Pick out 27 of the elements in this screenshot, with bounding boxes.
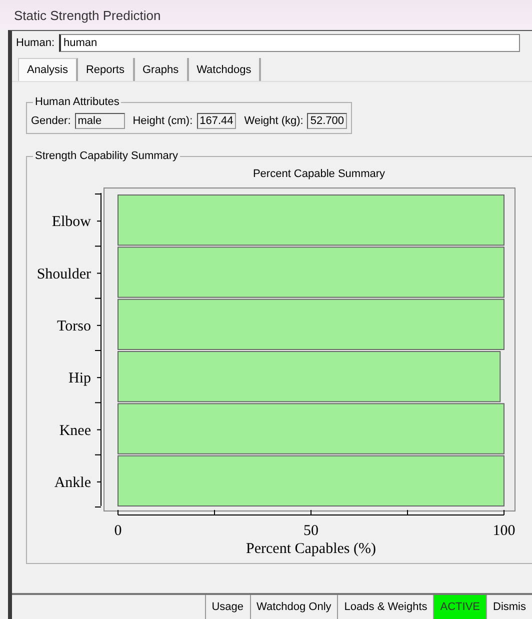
- tab[interactable]: Analysis: [18, 58, 78, 81]
- status-item[interactable]: Usage: [204, 595, 250, 619]
- tick-label: 0: [114, 523, 122, 539]
- group-title: Strength Capability Summary: [33, 150, 180, 162]
- axis-title: Percent Capables (%): [246, 541, 376, 557]
- window-title: Static Strength Prediction: [14, 8, 161, 22]
- tick-label: 100: [492, 523, 516, 539]
- chart-title: Percent Capable Summary: [252, 168, 386, 180]
- value-field: male: [74, 113, 125, 129]
- field-label: Gender:: [31, 115, 71, 127]
- category-label: Ankle: [54, 474, 91, 491]
- value-field: 52.700: [307, 113, 347, 129]
- category-label: Knee: [59, 422, 91, 439]
- value-field: 167.44: [196, 113, 236, 129]
- category-label: Torso: [57, 318, 91, 334]
- field-label: Height (cm):: [132, 115, 193, 127]
- human-field[interactable]: human: [58, 34, 520, 52]
- category-label: Hip: [68, 370, 91, 387]
- tick-label: 50: [304, 523, 318, 539]
- category-label: Shoulder: [36, 266, 91, 282]
- category-label: Elbow: [52, 214, 91, 230]
- group-title: Human Attributes: [33, 96, 122, 108]
- status-item[interactable]: ACTIVE: [433, 595, 486, 619]
- field-label: Weight (kg):: [244, 115, 304, 127]
- status-item[interactable]: Dismis: [486, 595, 532, 619]
- status-item[interactable]: Watchdog Only: [250, 595, 338, 619]
- human-label: Human:: [16, 37, 55, 49]
